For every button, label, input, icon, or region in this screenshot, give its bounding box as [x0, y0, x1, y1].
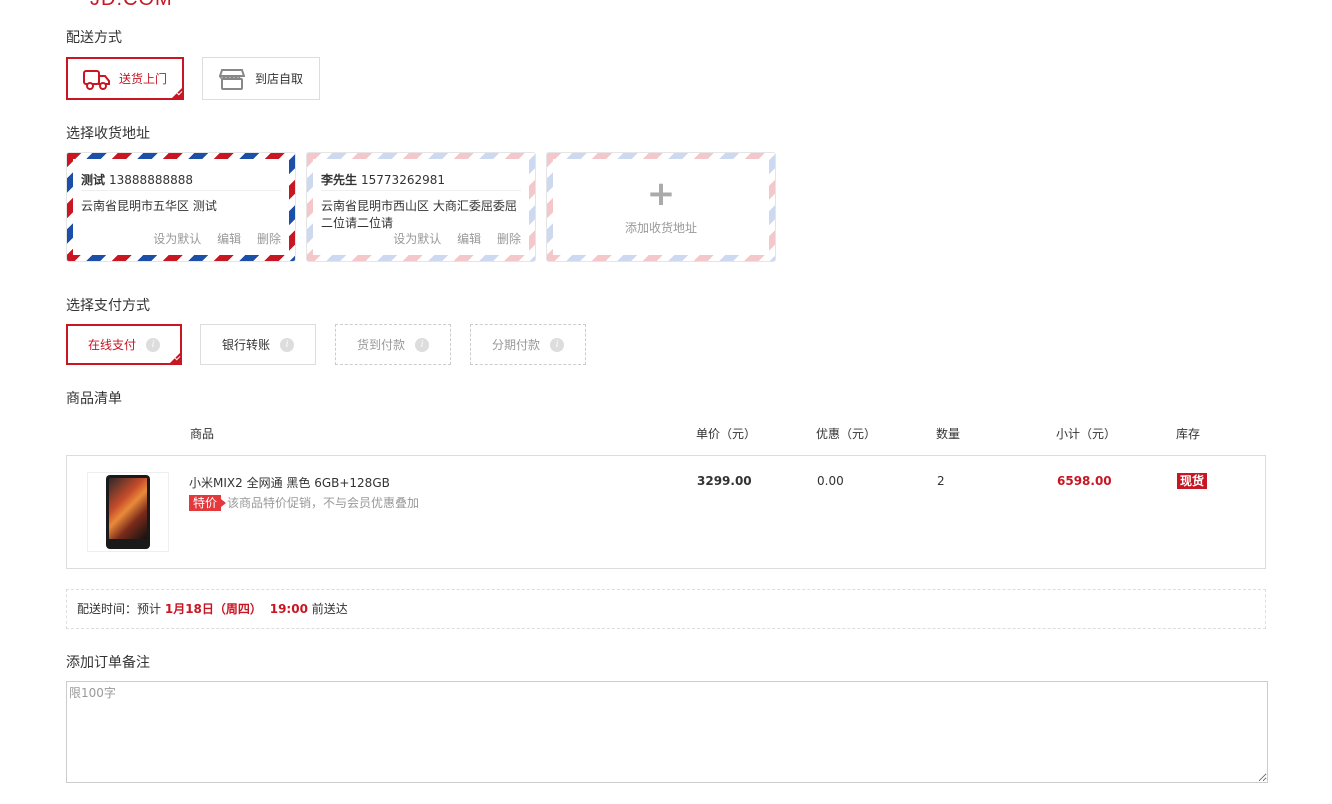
info-icon[interactable]: i [146, 337, 160, 352]
delivery-method-title: 配送方式 [66, 30, 122, 46]
payment-option-cod[interactable]: 货到付款 i [335, 324, 451, 365]
address-card[interactable]: 李先生 15773262981 云南省昆明市西山区 大商汇委屈委屈二位请二位请 设… [306, 152, 536, 262]
product-image[interactable] [87, 472, 169, 552]
truck-icon [82, 67, 111, 91]
info-icon[interactable]: i [550, 337, 564, 352]
selected-check-icon [171, 87, 183, 99]
remark-title: 添加订单备注 [66, 655, 150, 671]
payment-option-label: 银行转账 [221, 338, 270, 352]
delivery-time-prefix: 配送时间：预计 [77, 602, 162, 616]
set-default-link[interactable]: 设为默认 [393, 232, 441, 246]
column-header-price: 单价（元） [696, 427, 757, 441]
product-name[interactable]: 小米MIX2 全网通 黑色 6GB+128GB [189, 474, 390, 491]
column-header-quantity: 数量 [936, 427, 961, 441]
address-detail: 云南省昆明市西山区 大商汇委屈委屈二位请二位请 [321, 199, 517, 230]
goods-title: 商品清单 [66, 391, 122, 407]
plus-icon: + [646, 173, 676, 214]
add-address-label: 添加收货地址 [624, 220, 697, 235]
address-detail: 云南省昆明市五华区 测试 [81, 199, 217, 213]
address-phone: 13888888888 [109, 173, 193, 187]
add-address-card[interactable]: + 添加收货地址 [546, 152, 776, 262]
column-header-stock: 库存 [1176, 427, 1201, 441]
address-name: 测试 [81, 173, 106, 187]
set-default-link[interactable]: 设为默认 [153, 232, 201, 246]
discount-value: 0.00 [817, 474, 844, 488]
delivery-option-home-label: 送货上门 [118, 72, 167, 86]
info-icon[interactable]: i [415, 337, 429, 352]
delivery-option-pickup[interactable]: 到店自取 [202, 57, 320, 100]
column-header-subtotal: 小计（元） [1056, 427, 1117, 441]
logo: JD.COM [90, 0, 173, 11]
delete-link[interactable]: 删除 [497, 232, 521, 246]
address-card[interactable]: 测试 13888888888 云南省昆明市五华区 测试 设为默认 编辑 删除 [66, 152, 296, 262]
address-title: 选择收货地址 [66, 126, 150, 142]
store-icon [218, 67, 245, 91]
payment-option-online[interactable]: 在线支付 i [66, 324, 182, 365]
address-phone: 15773262981 [361, 173, 445, 187]
payment-option-installment[interactable]: 分期付款 i [470, 324, 586, 365]
special-price-tag: 特价 [189, 495, 227, 511]
payment-option-label: 在线支付 [87, 338, 136, 352]
delivery-hour: 19:00 [269, 602, 308, 616]
unit-price: 3299.00 [697, 474, 752, 488]
subtotal-value: 6598.00 [1057, 474, 1112, 488]
column-header-discount: 优惠（元） [816, 427, 877, 441]
payment-option-bank-transfer[interactable]: 银行转账 i [200, 324, 316, 365]
delete-link[interactable]: 删除 [257, 232, 281, 246]
quantity-value: 2 [937, 474, 945, 488]
promo-note: 该商品特价促销，不与会员优惠叠加 [227, 496, 420, 510]
payment-option-label: 货到付款 [356, 338, 405, 352]
delivery-date: 1月18日（周四） [164, 602, 262, 616]
edit-link[interactable]: 编辑 [457, 232, 481, 246]
delivery-time-bar: 配送时间：预计 1月18日（周四） 19:00 前送达 [66, 589, 1266, 629]
column-header-product: 商品 [190, 427, 215, 441]
stock-badge: 现货 [1177, 473, 1208, 489]
payment-option-label: 分期付款 [491, 338, 540, 352]
order-remark-input[interactable] [66, 681, 1268, 783]
phone-image [106, 475, 150, 549]
edit-link[interactable]: 编辑 [217, 232, 241, 246]
delivery-option-pickup-label: 到店自取 [254, 72, 303, 86]
address-name: 李先生 [321, 173, 358, 187]
delivery-time-suffix: 前送达 [311, 602, 348, 616]
goods-row: 小米MIX2 全网通 黑色 6GB+128GB 特价 该商品特价促销，不与会员优惠… [66, 455, 1266, 569]
payment-title: 选择支付方式 [66, 298, 150, 314]
selected-check-icon [169, 352, 181, 364]
info-icon[interactable]: i [280, 337, 294, 352]
delivery-option-home[interactable]: 送货上门 [66, 57, 184, 100]
